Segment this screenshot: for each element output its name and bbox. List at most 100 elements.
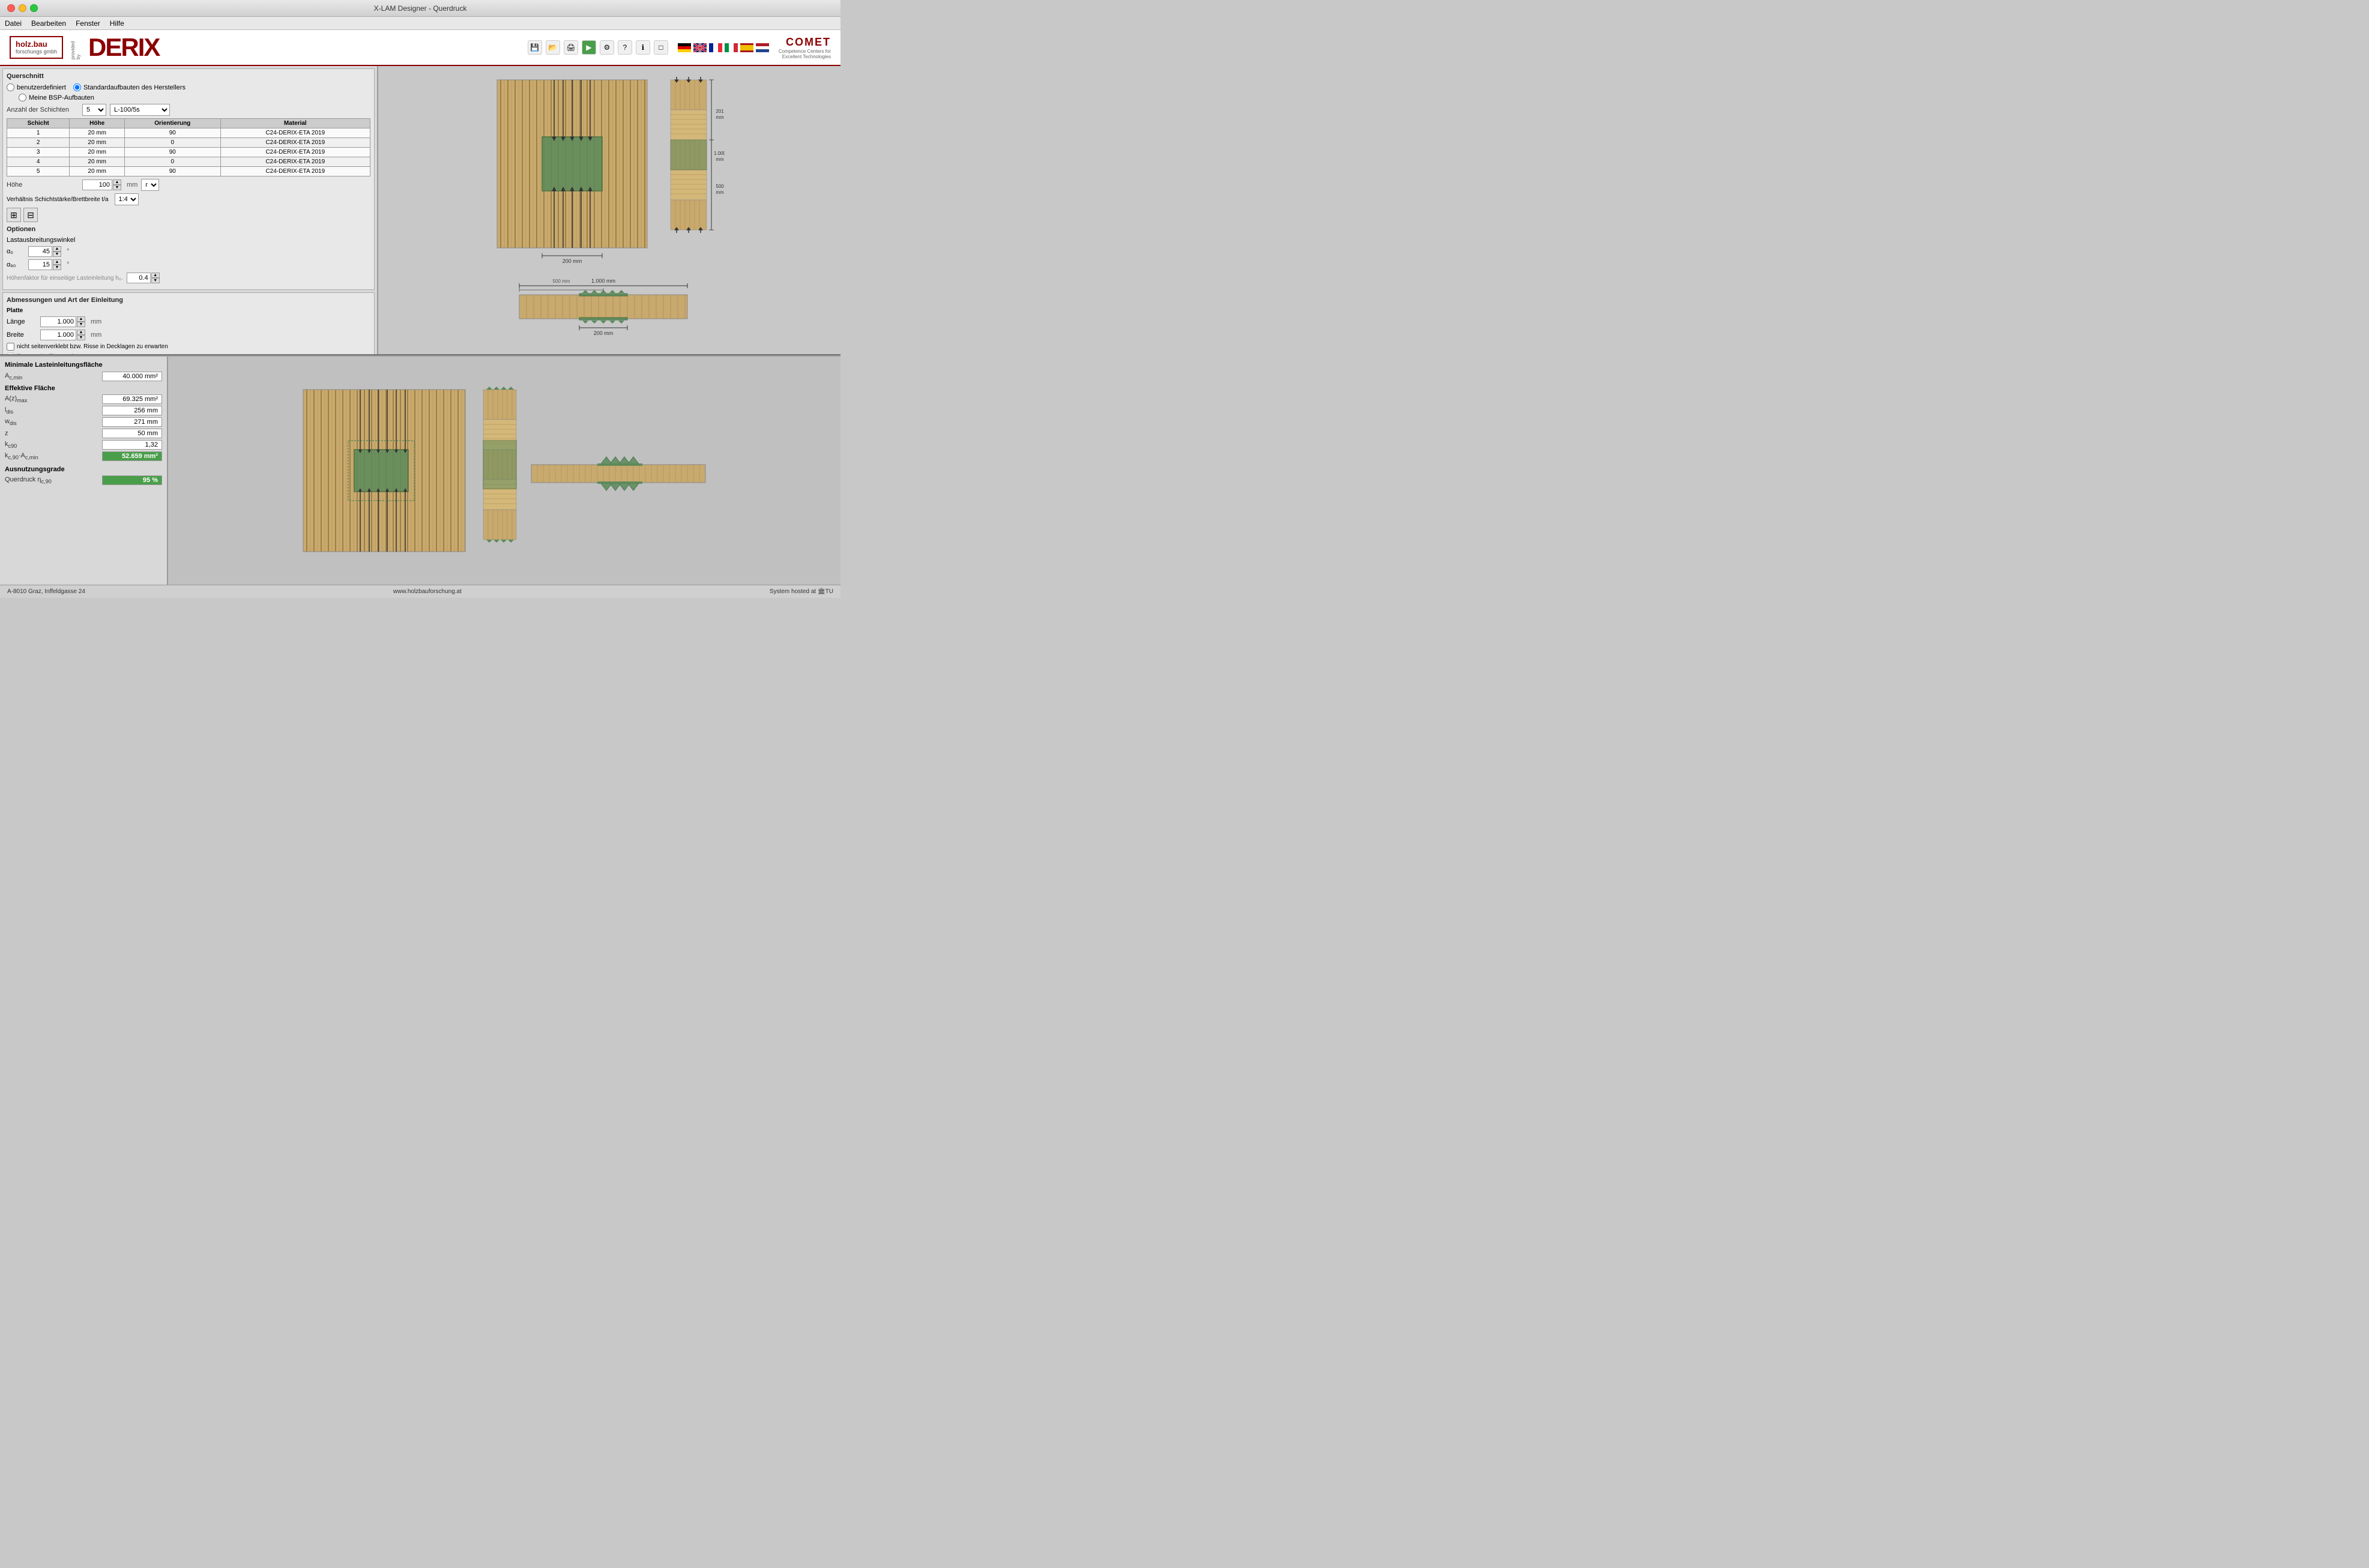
profile-select[interactable]: L-100/5s <box>110 104 170 116</box>
hoehe-up[interactable]: ▲ <box>113 179 121 185</box>
ac-min-value: 40.000 mm² <box>102 372 162 381</box>
laenge-btns[interactable]: ▲ ▼ <box>77 316 85 327</box>
alpha90-up[interactable]: ▲ <box>53 259 61 265</box>
abmessungen-title: Abmessungen und Art der Einleitung <box>7 297 370 304</box>
bottom-strip-svg <box>528 456 708 492</box>
alpha90-spinner-btns[interactable]: ▲ ▼ <box>53 259 61 270</box>
anzahl-select[interactable]: 5 3 7 <box>82 104 106 116</box>
menu-fenster[interactable]: Fenster <box>76 19 100 28</box>
alpha90-input[interactable] <box>28 259 52 270</box>
top-split: Querschnitt benutzerdefiniert Standardau… <box>0 66 840 354</box>
abmessungen-section: Abmessungen und Art der Einleitung Platt… <box>2 292 375 354</box>
menu-bearbeiten[interactable]: Bearbeiten <box>31 19 66 28</box>
querschnitt-title: Querschnitt <box>7 73 370 80</box>
verhaeltnis-label: Verhältnis Schichtstärke/Brettbreite t/a <box>7 196 109 203</box>
alpha90-spinner[interactable]: ▲ ▼ <box>28 259 61 270</box>
hoehe-spinner[interactable]: ▲ ▼ <box>82 179 121 190</box>
hoehe-down[interactable]: ▼ <box>113 185 121 190</box>
hoehenfaktor-input[interactable] <box>127 273 151 283</box>
alpha0-up[interactable]: ▲ <box>53 246 61 252</box>
front-view-svg: 200 mm <box>494 77 650 263</box>
grid-btn-1[interactable]: ⊞ <box>7 208 21 222</box>
ausnutzung-title: Ausnutzungsgrade <box>5 466 162 473</box>
menu-hilfe[interactable]: Hilfe <box>110 19 124 28</box>
col-hoehe: Höhe <box>70 119 125 128</box>
radio-meine[interactable]: Meine BSP-Aufbauten <box>19 94 94 101</box>
hoehe-spinner-btns[interactable]: ▲ ▼ <box>113 179 121 190</box>
breite-spinner[interactable]: ▲ ▼ <box>40 330 85 340</box>
kc90-ac-row: kc,90·Ac,min 52.659 mm² <box>5 451 162 461</box>
open-icon[interactable]: 📂 <box>546 40 560 55</box>
hoehe-label: Höhe <box>7 181 79 188</box>
holzbau-text: holz.bau <box>16 40 57 49</box>
hoehe-unit-select[interactable]: mm <box>141 179 159 191</box>
svg-text:200 mm: 200 mm <box>563 258 582 263</box>
hf-up[interactable]: ▲ <box>151 273 160 278</box>
kc90-label: kc90 <box>5 441 17 449</box>
status-right: System hosted at 🏛TU <box>770 588 833 595</box>
svg-text:500: 500 <box>716 184 724 189</box>
cross-section-type-group: benutzerdefiniert Standardaufbauten des … <box>7 83 370 91</box>
anzahl-row: Anzahl der Schichten 5 3 7 L-100/5s <box>7 104 370 116</box>
close-button[interactable] <box>7 4 15 12</box>
flag-it[interactable] <box>725 43 738 52</box>
effektive-title: Effektive Fläche <box>5 385 162 392</box>
hoehenfaktor-spinner[interactable]: ▲ ▼ <box>127 273 160 283</box>
play-icon[interactable]: ▶ <box>582 40 596 55</box>
grid-btn-2[interactable]: ⊟ <box>23 208 38 222</box>
radio-benutzerdefiniert[interactable]: benutzerdefiniert <box>7 83 66 91</box>
alpha0-spinner-btns[interactable]: ▲ ▼ <box>53 246 61 257</box>
status-left: A-8010 Graz, Inffeldgasse 24 <box>7 588 85 595</box>
print-icon[interactable]: 🖨 <box>564 40 578 55</box>
radio-standard[interactable]: Standardaufbauten des Herstellers <box>73 83 186 91</box>
help-icon[interactable]: ? <box>618 40 632 55</box>
bottom-front-svg <box>300 387 468 555</box>
svg-text:1.000: 1.000 <box>714 151 725 156</box>
flag-fr[interactable] <box>709 43 722 52</box>
info-icon[interactable]: ℹ <box>636 40 650 55</box>
flag-es[interactable] <box>740 43 753 52</box>
optionen-subsection: Optionen Lastausbreitungswinkel α₀ ▲ ▼ <box>7 226 370 283</box>
window-controls[interactable] <box>7 4 38 12</box>
svg-text:201: 201 <box>716 109 724 114</box>
front-view: 200 mm <box>494 77 650 265</box>
ac-min-row: Ac,min 40.000 mm² <box>5 372 162 381</box>
extra-icon[interactable]: □ <box>654 40 668 55</box>
breite-input[interactable] <box>40 330 76 340</box>
minimize-button[interactable] <box>19 4 26 12</box>
maximize-button[interactable] <box>30 4 38 12</box>
flag-nl[interactable] <box>756 43 769 52</box>
main-area: Querschnitt benutzerdefiniert Standardau… <box>0 66 840 585</box>
bottom-right-viz <box>168 357 840 585</box>
hoehenfaktor-btns[interactable]: ▲ ▼ <box>151 273 160 283</box>
alpha0-spinner[interactable]: ▲ ▼ <box>28 246 61 257</box>
side-view-svg: 201 mm 500 mm 1.000 mm <box>665 77 725 269</box>
hoehe-input[interactable] <box>82 179 112 190</box>
flag-de[interactable] <box>678 43 691 52</box>
col-schicht: Schicht <box>7 119 70 128</box>
toolbar-icons[interactable]: 💾 📂 🖨 ▶ ⚙ ? ℹ □ <box>528 40 668 55</box>
querdruck-row: Querdruck ηc,90 95 % <box>5 475 162 485</box>
laenge-spinner[interactable]: ▲ ▼ <box>40 316 85 327</box>
verhaeltnis-select[interactable]: 1:4 <box>115 193 139 205</box>
alpha90-down[interactable]: ▼ <box>53 265 61 270</box>
laenge-input[interactable] <box>40 316 76 327</box>
querdruck-label: Querdruck ηc,90 <box>5 476 52 484</box>
flag-icons[interactable] <box>678 43 769 52</box>
breite-btns[interactable]: ▲ ▼ <box>77 330 85 340</box>
svg-text:1.000 mm: 1.000 mm <box>591 278 615 284</box>
save-icon[interactable]: 💾 <box>528 40 542 55</box>
alpha0-input[interactable] <box>28 246 52 257</box>
flag-gb[interactable] <box>693 43 707 52</box>
alpha0-down[interactable]: ▼ <box>53 252 61 257</box>
grid-buttons[interactable]: ⊞ ⊟ <box>7 208 370 222</box>
laenge-unit: mm <box>91 318 101 325</box>
checkbox1-row[interactable]: nicht seitenverklebt bzw. Risse in Deckl… <box>7 343 370 351</box>
logo-left: holz.bau forschungs gmbh provided by DER… <box>10 33 159 62</box>
settings-icon[interactable]: ⚙ <box>600 40 614 55</box>
menu-datei[interactable]: Datei <box>5 19 22 28</box>
forschung-text: forschungs gmbh <box>16 49 57 55</box>
hf-down[interactable]: ▼ <box>151 278 160 283</box>
svg-text:mm: mm <box>716 157 724 162</box>
checkbox1[interactable] <box>7 343 14 351</box>
